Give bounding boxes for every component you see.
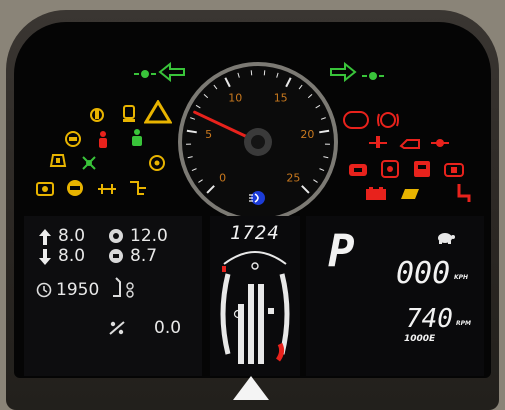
high-beam-icon [246,190,270,210]
steering-warning-icon [64,178,86,196]
readout-panel-left: 8.0 12.0 8.0 8.7 1950 0.0 [24,216,202,376]
engine-fault-icon [346,160,370,178]
parking-brake-icon [34,180,56,198]
readout-r1c1: 8.0 [58,226,85,246]
gauge-tick-label: 20 [300,128,314,141]
center-display: 1724 [210,216,300,376]
gauge-tick-label: 0 [219,171,226,184]
readout-r3c1: 1950 [56,280,99,300]
fuel-filter-icon [410,158,434,176]
lift-up-icon [38,228,52,250]
axle-warning-icon [96,180,118,198]
right-parking-light-icon [360,68,386,88]
seatbelt-warning-icon [96,130,114,148]
air-filter-icon [378,158,402,176]
gauge-tick-label: 15 [274,91,288,104]
left-parking-light-icon [132,66,158,86]
rpm-readout: 740 [406,304,453,334]
fuel-level-icon [398,186,422,204]
speed-unit: KPH [454,274,468,281]
bar-gauge-graphic [210,244,300,376]
operator-seat-icon [454,182,472,200]
engine-hours-icon [36,282,52,302]
gauge-tick-label: 25 [286,171,300,184]
operator-present-icon [128,128,146,146]
counter-readout: 1724 [230,222,280,244]
readout-r1c2: 12.0 [130,226,168,246]
transmission-warning-icon [126,178,150,196]
hydraulic-temp-icon [148,154,166,172]
implement-icon [110,276,138,304]
readout-r2c2: 8.7 [130,246,157,266]
bottom-pointer-arrow [233,376,269,400]
brake-wear-icon [64,130,82,148]
tire-pressure-icon [48,152,66,170]
gauge-tick-label: 10 [228,91,242,104]
battery-warning-icon [364,186,388,204]
engine-warning-icon [88,106,106,124]
gauge-tick-label: 5 [205,128,212,141]
readout-r4c2: 0.0 [154,318,181,338]
rpm-unit: RPM [456,320,471,327]
pto-mode: 1000E [404,334,435,344]
oil-pressure-icon [398,134,422,152]
stop-warning-icon [342,110,370,130]
tach-gauge: 0 5 10 15 20 25 [174,58,342,224]
hydraulic-pressure-icon [428,134,452,152]
readout-panel-right: P 000 KPH 740 RPM 1000E [306,216,484,376]
lift-down-icon [38,248,52,270]
wheel-slip-icon [108,320,126,340]
instrument-screen: 0 5 10 15 20 25 [14,22,491,378]
brake-fault-icon [376,110,400,128]
gauge-icon-1 [108,228,124,248]
general-warning-icon [144,100,172,124]
coolant-temp-icon [366,134,390,152]
differential-lock-icon [80,154,98,172]
readout-r2c1: 8.0 [58,246,85,266]
service-warning-icon [442,160,466,178]
seat-warning-icon [120,104,138,122]
gear-indicator: P [328,226,355,277]
speed-readout: 000 [396,256,450,291]
gauge-icon-2 [108,248,124,268]
turtle-icon [434,230,456,249]
